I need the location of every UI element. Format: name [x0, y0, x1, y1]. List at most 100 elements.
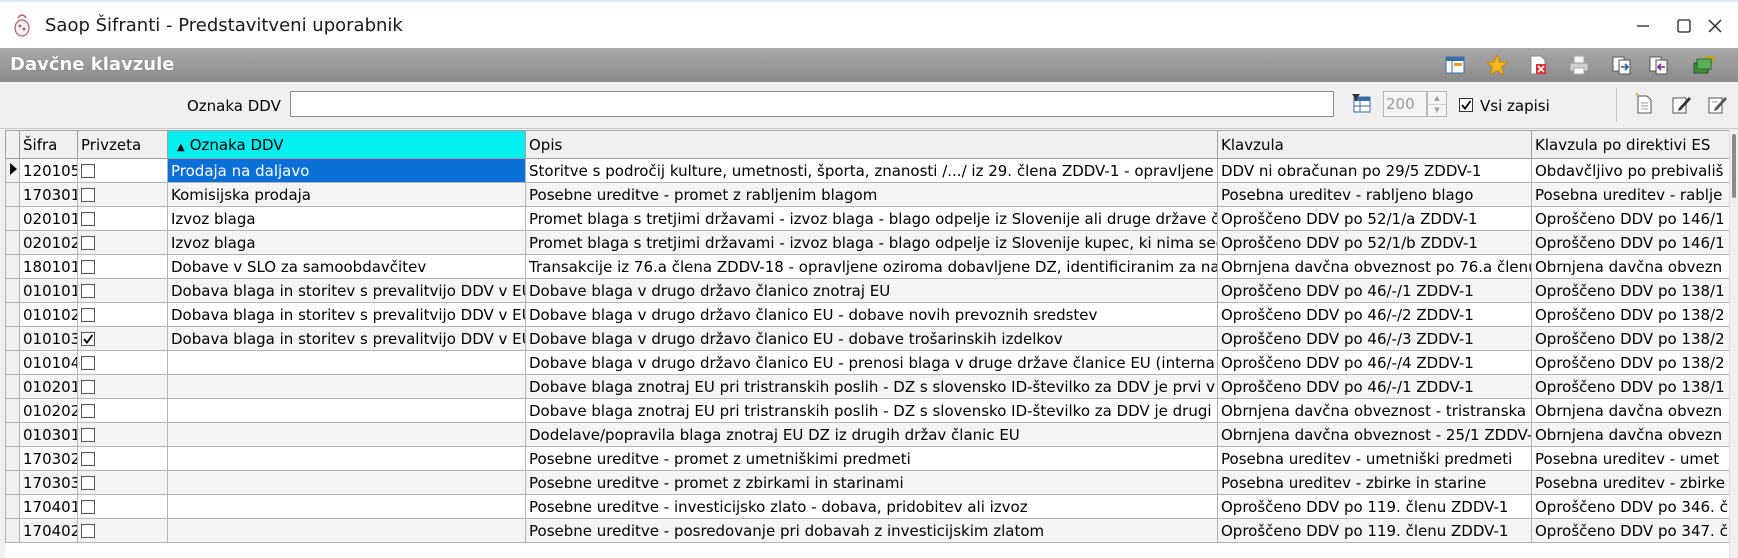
cell-sifra[interactable]: 010104: [19, 350, 78, 375]
privzeta-checkbox[interactable]: [81, 404, 95, 418]
cell-opis[interactable]: Posebne ureditve - investicijsko zlato -…: [525, 494, 1218, 519]
privzeta-checkbox-cell[interactable]: [77, 230, 168, 255]
privzeta-checkbox-cell[interactable]: [77, 350, 168, 375]
table-row[interactable]: 020102 Izvoz blaga Promet blaga s tretjimi…: [5, 230, 1729, 255]
row-indicator[interactable]: [5, 278, 20, 303]
export-button[interactable]: [1608, 51, 1636, 79]
cell-klavzula[interactable]: Oproščeno DDV po 119. členu ZDDV-1: [1217, 518, 1532, 543]
cell-sifra[interactable]: 010102: [19, 302, 78, 327]
row-indicator[interactable]: [5, 206, 20, 231]
privzeta-checkbox[interactable]: [81, 164, 95, 178]
cell-sifra[interactable]: 020102: [19, 230, 78, 255]
cell-direktiva[interactable]: Obrnjena davčna obvezn: [1531, 398, 1729, 423]
cell-sifra[interactable]: 120105: [19, 158, 78, 183]
privzeta-checkbox[interactable]: [81, 236, 95, 250]
row-indicator[interactable]: [5, 350, 20, 375]
row-indicator[interactable]: [5, 422, 20, 447]
cell-direktiva[interactable]: Posebna ureditev - rablje: [1531, 182, 1729, 207]
privzeta-checkbox-cell[interactable]: [77, 206, 168, 231]
cell-sifra[interactable]: 010202: [19, 398, 78, 423]
privzeta-checkbox[interactable]: [81, 428, 95, 442]
cell-oznaka[interactable]: Dobava blaga in storitev s prevalitvijo …: [167, 278, 526, 303]
delete-button[interactable]: [1524, 51, 1552, 79]
row-indicator[interactable]: [5, 446, 20, 471]
cell-klavzula[interactable]: DDV ni obračunan po 29/5 ZDDV-1: [1217, 158, 1532, 183]
cell-opis[interactable]: Dobave blaga v drugo državo članico EU -…: [525, 350, 1218, 375]
table-row[interactable]: 010104 Dobave blaga v drugo državo članic…: [5, 350, 1729, 375]
privzeta-checkbox[interactable]: [81, 188, 95, 202]
privzeta-checkbox-cell[interactable]: [77, 398, 168, 423]
privzeta-checkbox[interactable]: [81, 380, 95, 394]
privzeta-checkbox-cell[interactable]: [77, 470, 168, 495]
cell-oznaka[interactable]: [167, 494, 526, 519]
cell-oznaka[interactable]: Dobave v SLO za samoobdavčitev: [167, 254, 526, 279]
cell-opis[interactable]: Posebne ureditve - posredovanje pri doba…: [525, 518, 1218, 543]
cell-sifra[interactable]: 010101: [19, 278, 78, 303]
cell-direktiva[interactable]: Oproščeno DDV po 347. č: [1531, 518, 1729, 543]
cell-klavzula[interactable]: Posebna ureditev - zbirke in starine: [1217, 470, 1532, 495]
table-row[interactable]: 170402 Posebne ureditve - posredovanje pr…: [5, 518, 1729, 543]
privzeta-checkbox[interactable]: [81, 500, 95, 514]
cell-klavzula[interactable]: Oproščeno DDV po 52/1/a ZDDV-1: [1217, 206, 1532, 231]
cell-opis[interactable]: Transakcije iz 76.a člena ZDDV-18 - opra…: [525, 254, 1218, 279]
table-row[interactable]: 170303 Posebne ureditve - promet z zbirka…: [5, 470, 1729, 495]
privzeta-checkbox[interactable]: [81, 476, 95, 490]
cell-opis[interactable]: Dobave blaga v drugo državo članico EU -…: [525, 326, 1218, 351]
cell-direktiva[interactable]: Oproščeno DDV po 138/2: [1531, 350, 1729, 375]
column-header-oznaka-ddv[interactable]: ▲ Oznaka DDV: [167, 130, 526, 159]
privzeta-checkbox[interactable]: [81, 212, 95, 226]
cell-oznaka[interactable]: Izvoz blaga: [167, 206, 526, 231]
cell-direktiva[interactable]: Posebna ureditev - umet: [1531, 446, 1729, 471]
cell-sifra[interactable]: 180101: [19, 254, 78, 279]
record-count-input[interactable]: [1383, 91, 1427, 117]
cell-klavzula[interactable]: Oproščeno DDV po 46/-/3 ZDDV-1: [1217, 326, 1532, 351]
cell-klavzula[interactable]: Oproščeno DDV po 46/-/2 ZDDV-1: [1217, 302, 1532, 327]
privzeta-checkbox-cell[interactable]: [77, 446, 168, 471]
edit-record-button[interactable]: [1667, 90, 1695, 118]
cell-direktiva[interactable]: Oproščeno DDV po 146/1: [1531, 206, 1729, 231]
cell-klavzula[interactable]: Posebna ureditev - rabljeno blago: [1217, 182, 1532, 207]
cell-sifra[interactable]: 170401: [19, 494, 78, 519]
cell-sifra[interactable]: 010301: [19, 422, 78, 447]
table-row[interactable]: 010101 Dobava blaga in storitev s prevali…: [5, 278, 1729, 303]
row-indicator[interactable]: [5, 158, 20, 183]
cell-sifra[interactable]: 170303: [19, 470, 78, 495]
privzeta-checkbox-cell[interactable]: [77, 422, 168, 447]
privzeta-checkbox[interactable]: [81, 284, 95, 298]
cell-direktiva[interactable]: Posebna ureditev - zbirke: [1531, 470, 1729, 495]
cell-direktiva[interactable]: Oproščeno DDV po 138/1: [1531, 374, 1729, 399]
row-indicator[interactable]: [5, 518, 20, 543]
cell-opis[interactable]: Posebne ureditve - promet z rabljenim bl…: [525, 182, 1218, 207]
cell-sifra[interactable]: 010201: [19, 374, 78, 399]
row-indicator[interactable]: [5, 494, 20, 519]
cell-sifra[interactable]: 170301: [19, 182, 78, 207]
cell-opis[interactable]: Dobave blaga v drugo državo članico znot…: [525, 278, 1218, 303]
cell-direktiva[interactable]: Obrnjena davčna obvezn: [1531, 254, 1729, 279]
privzeta-checkbox-cell[interactable]: [77, 278, 168, 303]
privzeta-checkbox-cell[interactable]: [77, 326, 168, 351]
oznaka-ddv-filter-input[interactable]: [290, 91, 1334, 117]
row-indicator[interactable]: [5, 302, 20, 327]
all-records-checkbox[interactable]: [1459, 98, 1473, 112]
cell-klavzula[interactable]: Obrnjena davčna obveznost - 25/1 ZDDV-1: [1217, 422, 1532, 447]
data-grid[interactable]: Šifra Privzeta ▲ Oznaka DDV Opis Klavzula…: [5, 130, 1729, 558]
cell-klavzula[interactable]: Oproščeno DDV po 46/-/4 ZDDV-1: [1217, 350, 1532, 375]
cell-opis[interactable]: Posebne ureditve - promet z zbirkami in …: [525, 470, 1218, 495]
cell-oznaka[interactable]: Komisijska prodaja: [167, 182, 526, 207]
row-indicator[interactable]: [5, 326, 20, 351]
cell-oznaka[interactable]: [167, 374, 526, 399]
favorite-button[interactable]: [1483, 51, 1511, 79]
cell-sifra[interactable]: 010103: [19, 326, 78, 351]
table-row[interactable]: 170401 Posebne ureditve - investicijsko z…: [5, 494, 1729, 519]
row-indicator[interactable]: [5, 182, 20, 207]
cell-klavzula[interactable]: Oproščeno DDV po 46/-/1 ZDDV-1: [1217, 278, 1532, 303]
cell-oznaka[interactable]: [167, 422, 526, 447]
cell-direktiva[interactable]: Oproščeno DDV po 138/2: [1531, 326, 1729, 351]
copy-record-button[interactable]: [1703, 90, 1731, 118]
privzeta-checkbox-cell[interactable]: [77, 158, 168, 183]
cell-klavzula[interactable]: Obrnjena davčna obveznost po 76.a členu: [1217, 254, 1532, 279]
vertical-scrollbar[interactable]: [1729, 130, 1738, 558]
table-row[interactable]: 170301 Komisijska prodaja Posebne ureditve…: [5, 182, 1729, 207]
cell-klavzula[interactable]: Posebna ureditev - umetniški predmeti: [1217, 446, 1532, 471]
privzeta-checkbox-cell[interactable]: [77, 182, 168, 207]
